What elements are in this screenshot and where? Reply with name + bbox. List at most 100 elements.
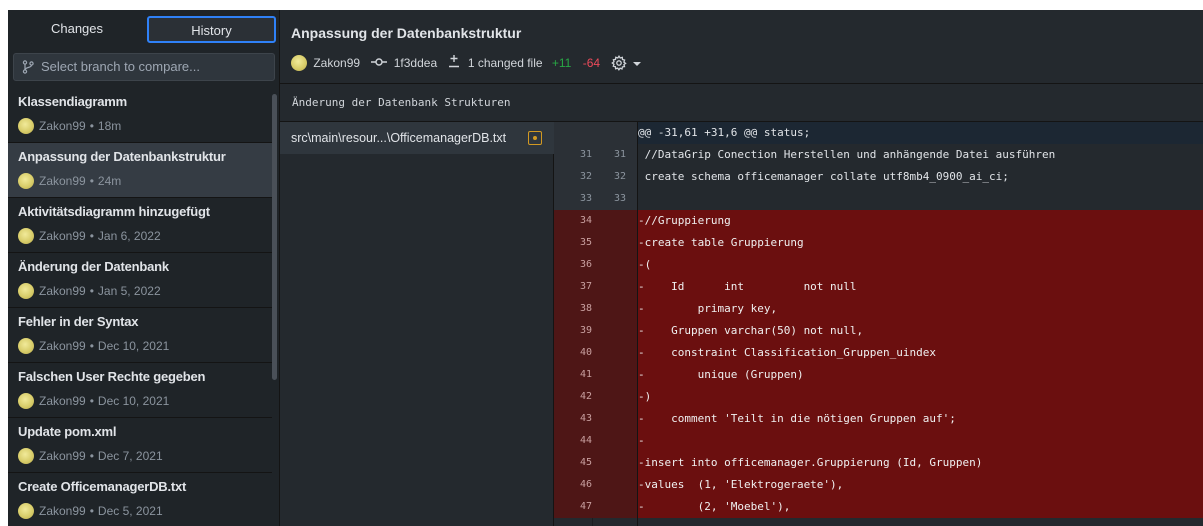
commit-item-title: Update pom.xml — [18, 424, 117, 439]
commit-item-time: 24m — [97, 174, 122, 188]
commit-list-item[interactable]: Fehler in der Syntax Zakon99 • Dec 10, 2021 — [8, 308, 272, 363]
old-line-number: 43 — [579, 413, 592, 424]
commit-item-title: Klassendiagramm — [18, 94, 127, 109]
new-line-number: 31 — [613, 149, 626, 160]
commit-item-title: Änderung der Datenbank — [18, 259, 169, 274]
old-line-number: 35 — [579, 237, 592, 248]
commit-list-item[interactable]: Änderung der Datenbank Zakon99 • Jan 5, 202… — [8, 253, 272, 308]
caret-down-icon[interactable] — [632, 56, 641, 70]
commit-item-meta: Zakon99 • Dec 7, 2021 — [18, 448, 163, 466]
diff-line-deleted[interactable]: 42 -) — [554, 386, 1203, 408]
diff-line-context[interactable]: 32 32 create schema officemanager collate… — [554, 166, 1203, 188]
commit-list-item[interactable]: Create OfficemanagerDB.txt Zakon99 • Dec 5,… — [8, 473, 272, 526]
diff-line-code: - constraint Classification_Gruppen_uind… — [638, 346, 937, 359]
diff-line-code: - unique (Gruppen) — [638, 368, 804, 381]
avatar — [18, 173, 34, 189]
diff-line-deleted[interactable]: 47 - (2, 'Moebel'), — [554, 496, 1203, 518]
tab-changes[interactable]: Changes — [14, 16, 140, 43]
commit-item-meta: Zakon99 • Dec 5, 2021 — [18, 503, 163, 521]
commit-item-author: Zakon99 — [39, 174, 86, 188]
commit-header: Anpassung der Datenbankstruktur Zakon99 … — [280, 10, 1203, 84]
commit-item-meta: Zakon99 • Dec 10, 2021 — [18, 338, 169, 356]
commit-title: Anpassung der Datenbankstruktur — [291, 25, 522, 41]
commit-item-time: Dec 10, 2021 — [97, 339, 170, 353]
deletions-count: -64 — [582, 55, 601, 70]
diff-line-context[interactable]: 33 33 — [554, 188, 1203, 210]
additions-count: +11 — [551, 55, 572, 70]
diff-line-deleted[interactable]: 36 -( — [554, 254, 1203, 276]
diff-line-code: - Gruppen varchar(50) not null, — [638, 324, 864, 337]
diff-line-deleted[interactable]: 41 - unique (Gruppen) — [554, 364, 1203, 386]
commit-list-scrollbar[interactable] — [272, 94, 277, 380]
diff-line-deleted[interactable]: 44 - — [554, 430, 1203, 452]
old-line-number: 46 — [579, 479, 592, 490]
diff-line-deleted[interactable]: 34 -//Gruppierung — [554, 210, 1203, 232]
meta-separator: • — [89, 394, 94, 408]
commit-item-author: Zakon99 — [39, 339, 86, 353]
tab-history[interactable]: History — [147, 16, 276, 43]
old-line-number: 39 — [579, 325, 592, 336]
changed-files-count: 1 changed file — [467, 55, 543, 70]
meta-separator: • — [89, 449, 94, 463]
meta-separator: • — [89, 174, 94, 188]
commit-list-item[interactable]: Anpassung der Datenbankstruktur Zakon99 • 2… — [8, 143, 272, 198]
commit-list-item[interactable]: Klassendiagramm Zakon99 • 18m — [8, 88, 272, 143]
commit-list: Klassendiagramm Zakon99 • 18m Anpassung der … — [8, 88, 279, 526]
gear-icon[interactable] — [611, 54, 628, 71]
diff-line-deleted[interactable]: 37 - Id int not null — [554, 276, 1203, 298]
file-path: src\main\resour...\OfficemanagerDB.txt — [291, 131, 507, 145]
commit-item-meta: Zakon99 • Jan 5, 2022 — [18, 283, 161, 301]
old-line-number: 42 — [579, 391, 592, 402]
commit-item-meta: Zakon99 • 24m — [18, 173, 121, 191]
meta-separator: • — [89, 504, 94, 518]
commit-sha[interactable]: 1f3ddea — [394, 56, 437, 70]
file-row[interactable]: src\main\resour...\OfficemanagerDB.txt — [280, 122, 554, 154]
diff-line-code: - — [638, 434, 645, 447]
commit-item-title: Falschen User Rechte gegeben — [18, 369, 206, 384]
commit-list-item[interactable]: Update pom.xml Zakon99 • Dec 7, 2021 — [8, 418, 272, 473]
avatar — [18, 393, 34, 409]
diff-line-code: - comment 'Teilt in die nötigen Gruppen … — [638, 412, 956, 425]
commit-list-item[interactable]: Falschen User Rechte gegeben Zakon99 • Dec … — [8, 363, 272, 418]
file-modified-icon — [528, 131, 542, 145]
commit-item-time: 18m — [97, 119, 122, 133]
diff-line-deleted[interactable]: 43 - comment 'Teilt in die nötigen Gruppe… — [554, 408, 1203, 430]
avatar — [291, 54, 307, 71]
commit-item-time: Dec 10, 2021 — [97, 394, 170, 408]
commit-item-author: Zakon99 — [39, 394, 86, 408]
commit-item-title: Aktivitätsdiagramm hinzugefügt — [18, 204, 210, 219]
branch-compare-input[interactable]: Select branch to compare... — [13, 53, 275, 81]
diff-line-deleted[interactable]: 40 - constraint Classification_Gruppen_ui… — [554, 342, 1203, 364]
commit-description: Änderung der Datenbank Strukturen — [280, 84, 1203, 122]
diff-line-deleted[interactable]: 46 -values (1, 'Elektrogeraete'), — [554, 474, 1203, 496]
commit-item-meta: Zakon99 • Jan 6, 2022 — [18, 228, 161, 246]
diff-line-deleted[interactable]: 45 -insert into officemanager.Gruppierung… — [554, 452, 1203, 474]
diff-hunk-header[interactable]: @@ -31,61 +31,6 @@ status; — [554, 122, 1203, 144]
old-line-number: 38 — [579, 303, 592, 314]
diff-viewer: @@ -31,61 +31,6 @@ status; 31 31 //DataGri… — [554, 122, 1203, 526]
commit-item-time: Jan 6, 2022 — [97, 229, 161, 243]
diff-line-code: //DataGrip Conection Herstellen und anhä… — [638, 148, 1056, 161]
git-commit-icon — [371, 56, 388, 70]
old-line-number: 33 — [579, 193, 592, 204]
old-line-number: 36 — [579, 259, 592, 270]
meta-separator: • — [89, 119, 94, 133]
commit-item-meta: Zakon99 • Dec 10, 2021 — [18, 393, 169, 411]
diff-line-deleted[interactable]: 35 -create table Gruppierung — [554, 232, 1203, 254]
diff-line-context[interactable]: 31 31 //DataGrip Conection Herstellen und… — [554, 144, 1203, 166]
avatar — [18, 228, 34, 244]
meta-separator: • — [89, 339, 94, 353]
commit-item-author: Zakon99 — [39, 504, 86, 518]
diff-line-deleted[interactable]: 39 - Gruppen varchar(50) not null, — [554, 320, 1203, 342]
commit-list-item[interactable]: Aktivitätsdiagramm hinzugefügt Zakon99 • Ja… — [8, 198, 272, 253]
commit-item-time: Dec 5, 2021 — [97, 504, 163, 518]
branch-compare-placeholder: Select branch to compare... — [41, 59, 200, 74]
commit-item-time: Jan 5, 2022 — [97, 284, 161, 298]
new-line-number: 33 — [613, 193, 626, 204]
diff-line-code: -create table Gruppierung — [638, 236, 804, 249]
app-window: Changes History Select branch to compare… — [8, 10, 1203, 526]
history-sidebar: Changes History Select branch to compare… — [8, 10, 280, 526]
commit-item-time: Dec 7, 2021 — [97, 449, 163, 463]
tab-bar: Changes History — [8, 10, 279, 47]
diff-line-deleted[interactable]: 38 - primary key, — [554, 298, 1203, 320]
